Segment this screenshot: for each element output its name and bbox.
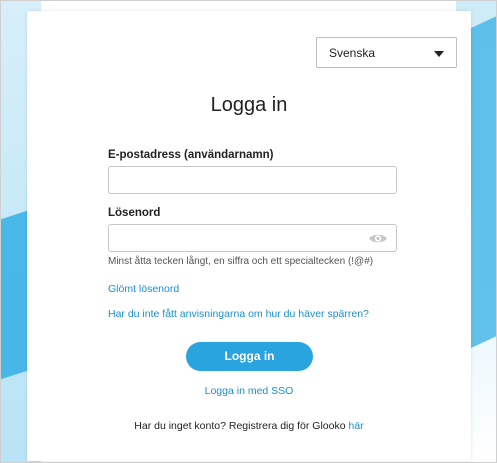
register-link[interactable]: här	[349, 420, 364, 432]
register-prompt: Har du inget konto? Registrera dig för G…	[27, 420, 471, 432]
email-field[interactable]	[108, 166, 397, 194]
unlock-instructions-link[interactable]: Har du inte fått anvisningarna om hur du…	[108, 308, 369, 320]
page-frame: Svenska Logga in E-postadress (användarn…	[0, 0, 497, 463]
register-text: Har du inget konto? Registrera dig för G…	[134, 420, 349, 432]
eye-icon[interactable]	[368, 232, 388, 245]
password-field[interactable]	[108, 224, 397, 252]
language-select-value: Svenska	[329, 46, 376, 60]
login-button[interactable]: Logga in	[186, 342, 313, 371]
sso-login-link[interactable]: Logga in med SSO	[27, 385, 471, 397]
password-label: Lösenord	[108, 207, 161, 219]
forgot-password-link[interactable]: Glömt lösenord	[108, 283, 179, 295]
login-card: Svenska Logga in E-postadress (användarn…	[27, 11, 471, 461]
caret-down-icon	[434, 51, 444, 57]
email-label: E-postadress (användarnamn)	[108, 149, 274, 161]
password-hint: Minst åtta tecken långt, en siffra och e…	[108, 256, 374, 267]
page-title: Logga in	[210, 94, 288, 116]
language-select[interactable]: Svenska	[316, 37, 457, 68]
